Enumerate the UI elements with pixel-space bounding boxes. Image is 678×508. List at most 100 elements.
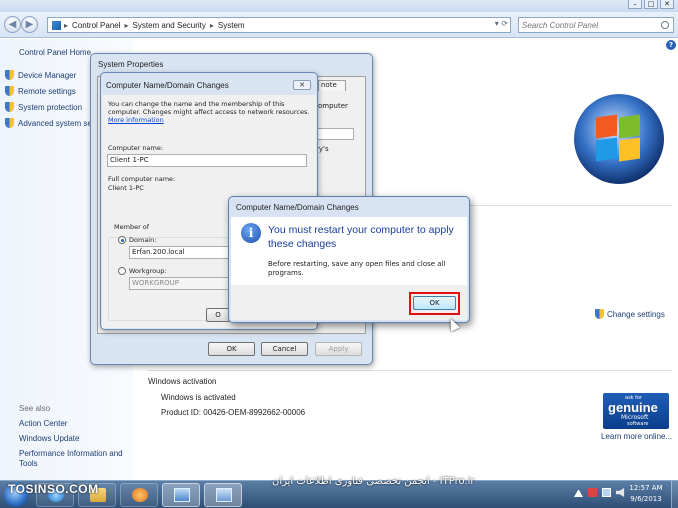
panel-text: omputer [318,102,348,110]
maximize-button[interactable]: □ [644,0,658,9]
more-information-link[interactable]: More information [108,116,164,124]
dialog-title: System Properties [98,60,164,69]
refresh-icon[interactable]: ▾ ⟳ [495,19,508,28]
shield-icon [5,86,14,96]
dialog-ok-button[interactable]: O [206,308,230,322]
control-panel-icon [52,21,61,30]
show-hidden-icons-icon[interactable] [574,488,583,497]
divider [148,370,672,371]
watermark-left: TOSINSO.COM [8,482,99,496]
address-bar[interactable]: ▸ Control Panel ▸ System and Security ▸ … [47,17,511,33]
performance-information-link[interactable]: Performance Information and Tools [19,449,129,469]
badge-text: software [627,421,649,427]
intro-text: You can change the name and the membersh… [108,100,285,108]
notification-area [574,488,625,497]
close-icon[interactable]: ✕ [293,80,311,90]
control-panel-icon [216,488,232,502]
system-protection-link[interactable]: System protection [5,102,82,112]
restart-ok-button[interactable]: OK [413,296,456,310]
search-icon[interactable] [661,21,669,29]
domain-radio[interactable] [118,236,126,244]
windows-activation-heading: Windows activation [148,377,217,386]
tab-remote[interactable]: note [318,80,346,91]
dialog-title: Computer Name/Domain Changes [106,81,229,90]
apply-button[interactable]: Apply [315,342,362,356]
windows-update-link[interactable]: Windows Update [19,434,129,444]
help-icon[interactable]: ? [666,40,676,50]
windows-flag-icon [596,114,642,162]
activation-status: Windows is activated [161,393,236,402]
computer-name-label: Computer name: [108,144,164,152]
show-desktop-button[interactable] [671,481,678,508]
supplemental-line: Before restarting, save any open files a… [268,260,446,268]
link-label: Device Manager [18,70,77,80]
network-icon[interactable] [602,488,611,497]
change-settings-link[interactable]: Change settings [595,309,665,319]
media-player-icon [132,488,148,502]
genuine-microsoft-badge: ask for genuine Microsoft software [603,393,669,429]
text-field[interactable] [316,128,354,140]
taskbar-system-button[interactable] [162,483,200,507]
device-manager-link[interactable]: Device Manager [5,70,76,80]
workgroup-field[interactable]: WORKGROUP [129,277,229,290]
supplemental-text: Before restarting, save any open files a… [268,260,464,278]
windows-logo [574,94,664,184]
search-box[interactable] [518,17,674,33]
badge-text: genuine [608,400,658,415]
shield-icon [5,102,14,112]
info-icon: i [241,223,261,243]
workgroup-label: Workgroup: [129,267,167,275]
window-controls: – □ ✕ [628,0,674,9]
supplemental-line: programs. [268,269,304,277]
control-panel-home-link[interactable]: Control Panel Home [19,48,91,57]
domain-field[interactable]: Erfan.200.local [129,246,229,259]
restart-message-box: Computer Name/Domain Changes i You must … [228,196,470,323]
system-clock[interactable]: 12:57 AM 9/6/2013 [624,483,668,505]
remote-settings-link[interactable]: Remote settings [5,86,76,96]
product-id: Product ID: 00426-OEM-8992662-00006 [161,408,306,417]
main-instruction-line: these changes [268,238,337,250]
breadcrumb-item-system-security[interactable]: System and Security [133,21,206,30]
breadcrumb-item-system[interactable]: System [218,21,245,30]
ok-button[interactable]: OK [208,342,255,356]
message-title: Computer Name/Domain Changes [236,203,359,212]
cancel-button[interactable]: Cancel [261,342,308,356]
navigation-bar: ◀ ▶ ▸ Control Panel ▸ System and Securit… [0,12,678,38]
link-label: Advanced system se [18,118,92,128]
message-body: i You must restart your computer to appl… [231,217,467,285]
clock-time: 12:57 AM [629,484,663,492]
watermark-right: ITPro.ir - انجمن تخصصی فناوری اطلاعات ای… [272,476,475,487]
chevron-right-icon: ▸ [64,21,69,30]
taskbar-media-player-button[interactable] [120,483,158,507]
back-button[interactable]: ◀ [4,16,21,33]
minimize-button[interactable]: – [628,0,642,9]
computer-name-field[interactable]: Client 1-PC [107,154,307,167]
intro-text: computer. Changes might affect access to… [108,108,310,116]
breadcrumb: ▸ Control Panel ▸ System and Security ▸ … [64,21,245,30]
chevron-right-icon: ▸ [209,21,214,30]
main-instruction-line: You must restart your computer to apply [268,224,454,236]
clock-date: 9/6/2013 [630,495,662,503]
breadcrumb-item-control-panel[interactable]: Control Panel [72,21,120,30]
link-label: System protection [18,102,83,112]
full-computer-name-value: Client 1-PC [108,184,144,192]
main-instruction: You must restart your computer to apply … [268,223,468,251]
shield-icon [5,118,14,128]
close-window-button[interactable]: ✕ [660,0,674,9]
shield-icon [595,309,604,319]
action-center-flag-icon[interactable] [588,488,597,497]
change-settings-label: Change settings [607,309,665,319]
shield-icon [5,70,14,80]
forward-button[interactable]: ▶ [21,16,38,33]
advanced-system-settings-link[interactable]: Advanced system se [5,118,92,128]
domain-label: Domain: [129,236,157,244]
link-label: Remote settings [18,86,76,96]
search-input[interactable] [522,19,652,31]
see-also-heading: See also [19,404,51,413]
taskbar-control-panel-button[interactable] [204,483,242,507]
action-center-link[interactable]: Action Center [19,419,129,429]
workgroup-radio[interactable] [118,267,126,275]
chevron-right-icon: ▸ [124,21,129,30]
member-of-label: Member of [114,223,150,231]
learn-more-link[interactable]: Learn more online... [601,432,672,441]
